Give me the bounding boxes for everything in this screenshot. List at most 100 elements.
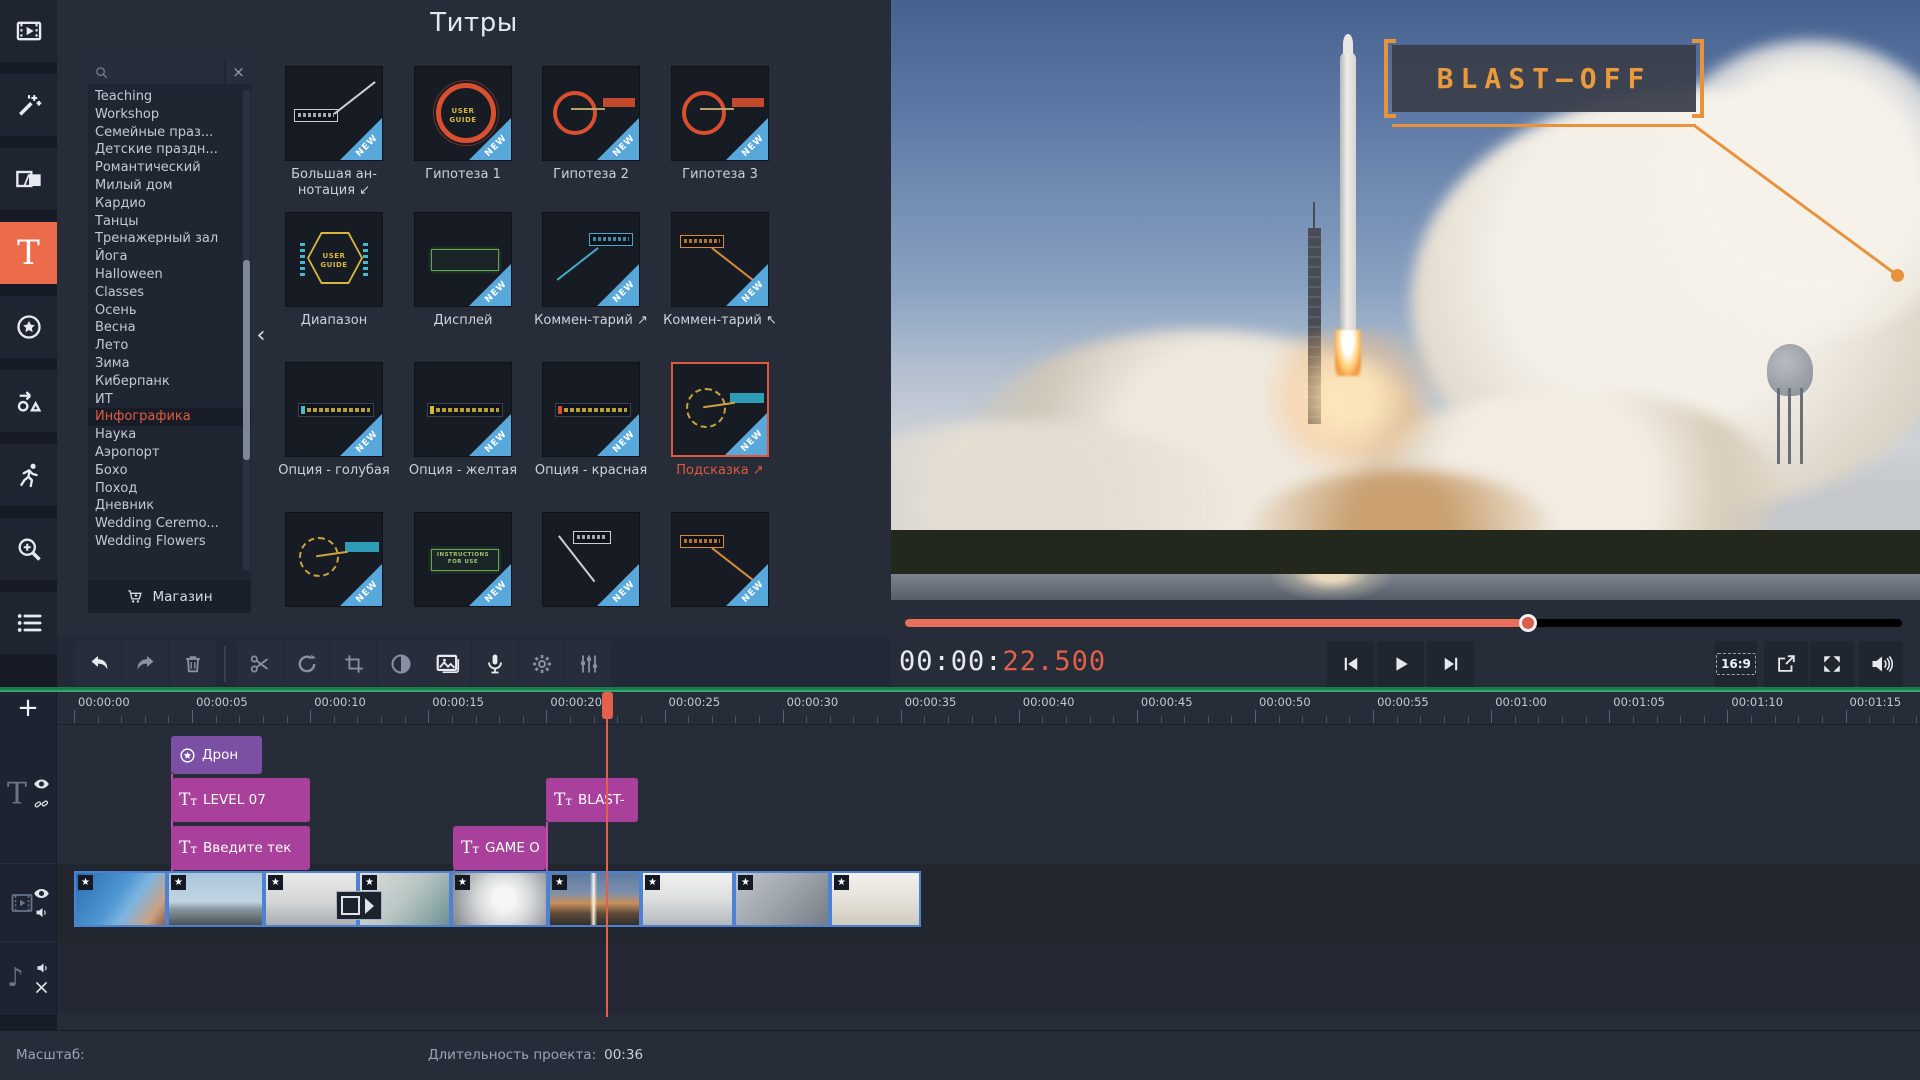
category-search-input[interactable] [88, 60, 224, 84]
audio-lane[interactable] [57, 942, 1920, 1014]
rotate-button[interactable] [284, 641, 329, 686]
crop-button[interactable] [331, 641, 376, 686]
title-template-опция-голубая[interactable]: NEW Опция - голубая [270, 362, 398, 479]
sidebar-item-stickers[interactable] [0, 296, 57, 358]
category-item-18[interactable]: ИТ [88, 391, 251, 409]
title-clip-дрон[interactable]: Дрон [171, 736, 262, 774]
category-item-1[interactable]: Teaching [88, 88, 251, 106]
sidebar-item-titles[interactable]: T [0, 222, 57, 284]
titles-track-header[interactable]: T [0, 724, 56, 864]
speaker-icon[interactable] [34, 906, 49, 918]
category-item-14[interactable]: Весна [88, 319, 251, 337]
title-template-row4-2[interactable]: INSTRUCTIONS FOR USE NEW [399, 512, 527, 607]
playhead-handle[interactable] [601, 692, 613, 719]
title-clip-blast-[interactable]: Tт BLAST- [546, 778, 638, 822]
category-item-3[interactable]: Семейные праз... [88, 124, 251, 142]
audio-track-header[interactable]: ♪ [0, 942, 56, 1014]
title-template-row4-1[interactable]: NEW [270, 512, 398, 607]
video-clip-1[interactable]: ★ [74, 871, 167, 927]
title-clip-level-07[interactable]: Tт LEVEL 07 [171, 778, 310, 822]
category-item-11[interactable]: Halloween [88, 266, 251, 284]
scrollbar-thumb[interactable] [243, 260, 250, 460]
title-template-подсказка-[interactable]: NEW Подсказка ↗ [656, 362, 784, 479]
title-template-гипотеза-2[interactable]: NEW Гипотеза 2 [527, 66, 655, 183]
title-overlay-box[interactable]: BLAST—OFF [1384, 39, 1704, 118]
category-item-22[interactable]: Бохо [88, 462, 251, 480]
category-item-8[interactable]: Танцы [88, 213, 251, 231]
sidebar-item-filters[interactable] [0, 74, 57, 136]
volume-button[interactable] [1859, 641, 1903, 687]
category-item-10[interactable]: Йога [88, 248, 251, 266]
title-template-row4-3[interactable]: NEW [527, 512, 655, 607]
play-button[interactable] [1377, 641, 1424, 687]
category-item-15[interactable]: Лето [88, 337, 251, 355]
title-template-гипотеза-3[interactable]: NEW Гипотеза 3 [656, 66, 784, 183]
category-item-23[interactable]: Поход [88, 480, 251, 498]
category-item-6[interactable]: Милый дом [88, 177, 251, 195]
title-template-гипотеза-1[interactable]: USER GUIDE NEW Гипотеза 1 [399, 66, 527, 183]
aspect-ratio-button[interactable]: 16:9 [1715, 641, 1757, 687]
category-item-12[interactable]: Classes [88, 284, 251, 302]
category-item-13[interactable]: Осень [88, 302, 251, 320]
fullscreen-button[interactable] [1810, 641, 1854, 687]
category-item-7[interactable]: Кардио [88, 195, 251, 213]
store-button[interactable]: Магазин [88, 580, 251, 613]
category-item-2[interactable]: Workshop [88, 106, 251, 124]
sidebar-item-transitions[interactable] [0, 148, 57, 210]
category-item-16[interactable]: Зима [88, 355, 251, 373]
eye-icon[interactable] [34, 887, 49, 899]
seekbar-handle[interactable] [1519, 614, 1538, 632]
video-clip-5[interactable]: ★ [451, 871, 548, 927]
video-clip-9[interactable]: ★ [830, 871, 921, 927]
record-voice-button[interactable] [472, 641, 517, 686]
title-template-row4-4[interactable]: NEW [656, 512, 784, 607]
title-clip-game-o[interactable]: Tт GAME O [453, 826, 546, 870]
title-template-дисплей[interactable]: NEW Дисплей [399, 212, 527, 329]
timeline-ruler[interactable]: 00:00:00 00:00:05 00:00:10 00:00:15 00:00:20… [57, 692, 1920, 725]
video-clip-7[interactable]: ★ [641, 871, 734, 927]
preview-seekbar[interactable] [905, 614, 1902, 632]
video-clip-6[interactable]: ★ [548, 871, 641, 927]
close-icon[interactable]: × [226, 60, 251, 84]
category-item-24[interactable]: Дневник [88, 497, 251, 515]
eye-icon[interactable] [34, 778, 49, 790]
undo-button[interactable] [76, 641, 121, 686]
color-adjustments-button[interactable] [378, 641, 423, 686]
title-template-диапазон[interactable]: USER GUIDE Диапазон [270, 212, 398, 329]
split-button[interactable] [237, 641, 282, 686]
title-template-опция-красная[interactable]: NEW Опция - красная [527, 362, 655, 479]
clip-properties-button[interactable] [519, 641, 564, 686]
title-template-опция-желтая[interactable]: NEW Опция - желтая [399, 362, 527, 479]
sidebar-item-animation[interactable] [0, 444, 57, 506]
previous-frame-button[interactable] [1327, 641, 1374, 687]
title-template-коммен-тарий-[interactable]: NEW Коммен-тарий ↗ [527, 212, 655, 329]
category-item-19[interactable]: Инфографика [88, 408, 251, 427]
category-item-5[interactable]: Романтический [88, 159, 251, 177]
stock-media-button[interactable] [425, 641, 470, 686]
sidebar-item-callouts[interactable] [0, 370, 57, 432]
video-track-header[interactable] [0, 864, 56, 942]
category-item-21[interactable]: Аэропорт [88, 444, 251, 462]
add-track-button[interactable]: + [0, 692, 56, 724]
redo-button[interactable] [123, 641, 168, 686]
sidebar-item-pan-zoom[interactable] [0, 518, 57, 580]
category-item-20[interactable]: Наука [88, 426, 251, 444]
speaker-icon[interactable] [35, 962, 49, 974]
title-template-коммен-тарий-[interactable]: NEW Коммен-тарий ↖ [656, 212, 784, 329]
unlink-icon[interactable] [35, 981, 49, 994]
category-item-26[interactable]: Wedding Flowers [88, 533, 251, 551]
video-clip-2[interactable]: ★ [167, 871, 264, 927]
overlay-pointer-dot[interactable] [1891, 269, 1904, 282]
title-template-большая-ан-нотация-[interactable]: NEW Большая ан-нотация ↙ [270, 66, 398, 200]
sidebar-item-media[interactable] [0, 0, 57, 62]
category-scrollbar[interactable] [243, 90, 250, 570]
tools-button[interactable] [566, 641, 611, 686]
delete-button[interactable] [170, 641, 215, 686]
detach-player-button[interactable] [1764, 641, 1808, 687]
title-clip-введите-тек[interactable]: Tт Введите тек [171, 826, 310, 870]
link-icon[interactable] [34, 797, 49, 810]
category-item-17[interactable]: Киберпанк [88, 373, 251, 391]
playhead-line[interactable] [606, 692, 608, 1017]
transition-badge[interactable] [336, 891, 382, 920]
video-clip-8[interactable]: ★ [734, 871, 830, 927]
